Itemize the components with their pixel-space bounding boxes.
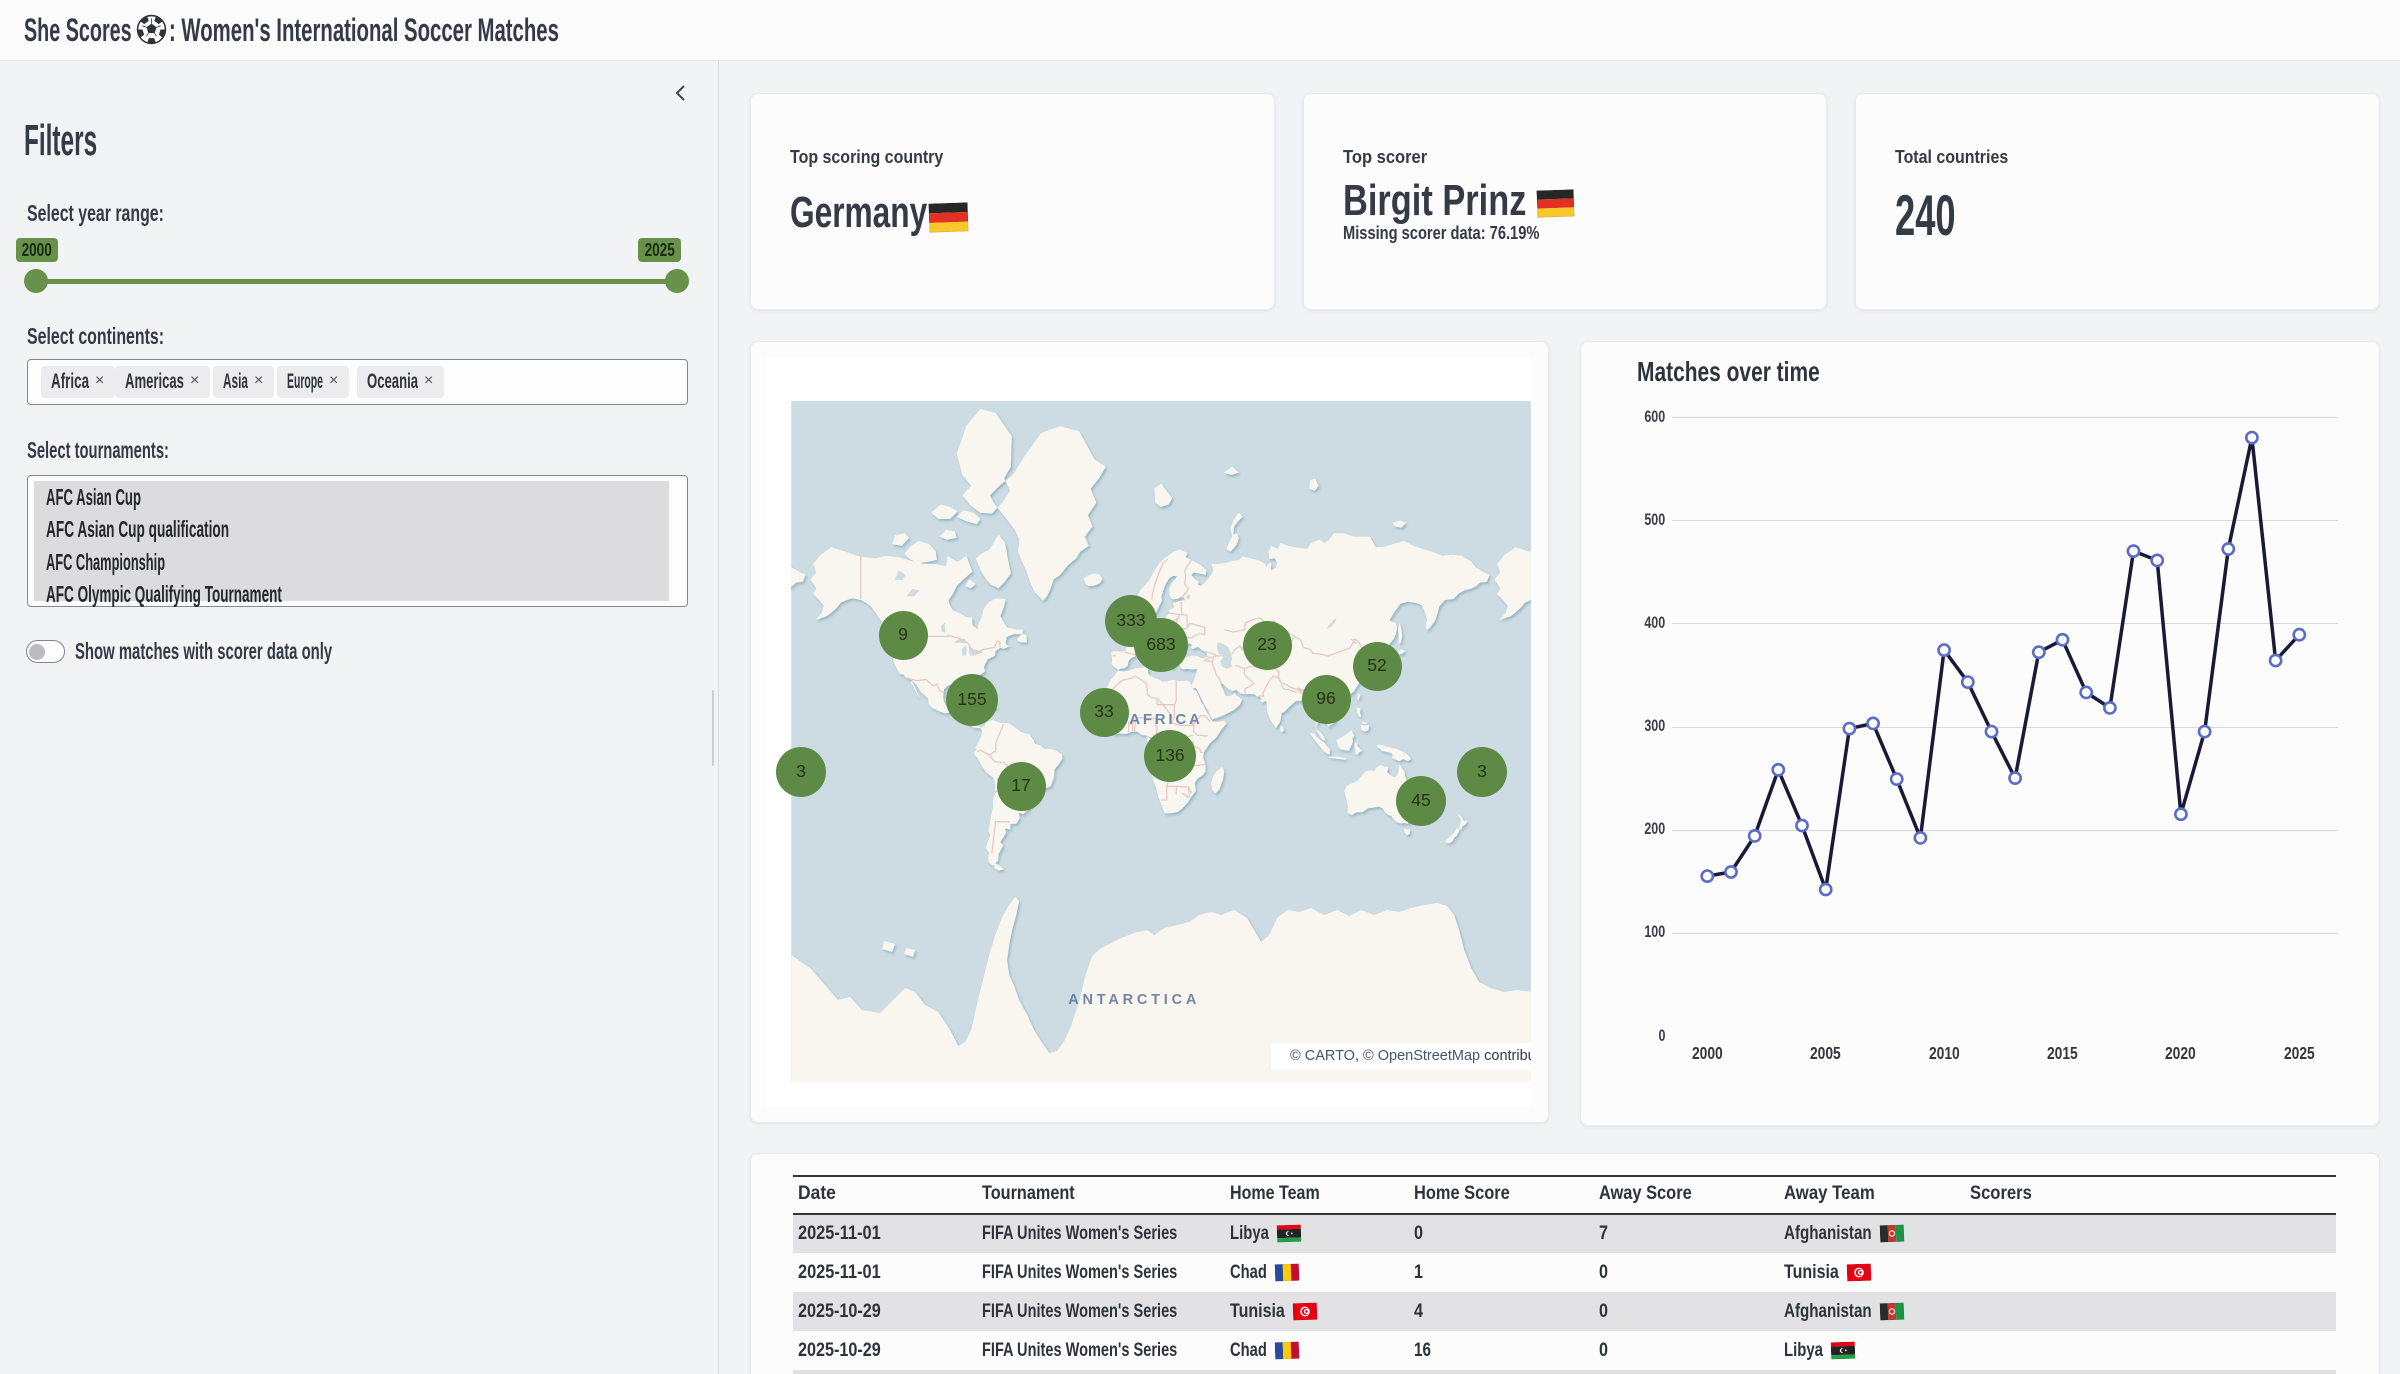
svg-text:ANTARCTICA: ANTARCTICA [1068,992,1200,1008]
svg-text:AFRICA: AFRICA [1129,711,1202,728]
